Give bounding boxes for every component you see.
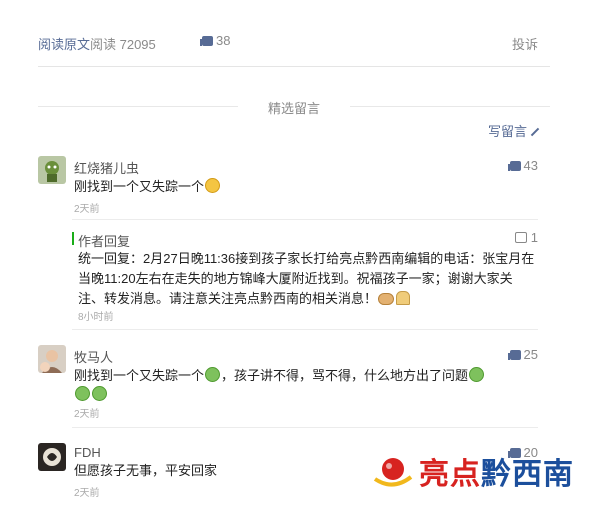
comment-item: 红烧猪儿虫 刚找到一个又失踪一个 2天前 43	[38, 156, 538, 216]
laugh-emoji-icon	[205, 178, 221, 193]
comment-text: 但愿孩子无事，平安回家	[74, 463, 218, 478]
reply-text: 统一回复：2月27日晚11:36接到孩子家长打给亮点黔西南编辑的电话：张宝月在当…	[78, 249, 538, 309]
reply-like-count: 1	[530, 230, 538, 245]
thumbs-up-icon	[200, 36, 213, 46]
brand-name-part: 亮点	[419, 458, 481, 491]
thumbs-up-icon	[507, 350, 521, 360]
write-comment-button[interactable]: 写留言	[488, 121, 540, 140]
comment-time: 2天前	[74, 204, 100, 215]
commenter-name[interactable]: FDH	[74, 445, 101, 460]
comment-item: 牧马人 刚找到一个又失踪一个 ，孩子讲不得，骂不得，什么地方出了问题 2天前 25	[38, 345, 538, 420]
reply-marker	[72, 232, 74, 245]
comment-like-button[interactable]: 43	[507, 158, 538, 173]
commenter-name[interactable]: 牧马人	[74, 347, 113, 366]
angry-emoji-icon	[469, 367, 485, 382]
section-header: 精选留言	[38, 98, 550, 116]
reply-text-body: 统一回复：2月27日晚11:36接到孩子家长打给亮点黔西南编辑的电话：张宝月在当…	[78, 251, 535, 306]
clap-emoji-icon	[396, 291, 411, 305]
article-footer-bar: 阅读原文 阅读 72095 38 投诉	[38, 30, 538, 54]
pencil-icon	[530, 127, 540, 137]
brand-name: 亮点黔西南	[419, 449, 574, 493]
brand-logo-icon	[373, 458, 413, 487]
comment-like-count: 25	[523, 347, 538, 362]
write-comment-label: 写留言	[487, 124, 527, 139]
divider-line	[350, 106, 550, 107]
comment-time: 2天前	[74, 409, 100, 420]
avatar[interactable]	[38, 443, 66, 471]
angry-emoji-icon	[205, 367, 221, 382]
avatar[interactable]	[38, 156, 66, 184]
divider	[72, 329, 538, 330]
divider-line	[38, 106, 238, 107]
thumbs-up-icon	[514, 232, 527, 243]
comment-emoji-line	[74, 385, 108, 405]
section-title: 精选留言	[267, 101, 321, 116]
comment-text-body: 刚找到一个又失踪一个	[74, 179, 205, 194]
avatar[interactable]	[38, 345, 66, 373]
reply-time: 8小时前	[78, 312, 114, 323]
bread-emoji-icon	[378, 293, 395, 305]
angry-emoji-icon	[75, 386, 90, 401]
angry-emoji-icon	[92, 386, 107, 401]
comment-time: 2天前	[74, 488, 100, 499]
divider	[38, 66, 550, 67]
report-link[interactable]: 投诉	[512, 34, 538, 53]
commenter-name[interactable]: 红烧猪儿虫	[74, 158, 139, 177]
brand-name-part: 黔西南	[481, 458, 574, 491]
comment-text: 刚找到一个又失踪一个	[74, 177, 221, 197]
read-count: 阅读 72095	[90, 37, 156, 52]
comment-text-part: ，孩子讲不得，骂不得，什么地方出了问题	[221, 368, 469, 383]
article-like-button[interactable]: 38	[200, 33, 231, 48]
reply-author-label: 作者回复	[78, 234, 131, 249]
reply-like-button[interactable]: 1	[514, 230, 538, 245]
author-reply: 作者回复 1 统一回复：2月27日晚11:36接到孩子家长打给亮点黔西南编辑的电…	[72, 219, 538, 323]
divider	[72, 427, 538, 428]
read-original-link[interactable]: 阅读原文	[38, 34, 90, 53]
thumbs-up-icon	[507, 161, 521, 171]
article-like-count: 38	[216, 33, 231, 48]
comment-like-count: 43	[523, 158, 538, 173]
brand-watermark: 亮点黔西南	[373, 447, 588, 493]
comment-like-button[interactable]: 25	[507, 347, 538, 362]
comment-text-part: 刚找到一个又失踪一个	[74, 368, 205, 383]
comment-text: 刚找到一个又失踪一个 ，孩子讲不得，骂不得，什么地方出了问题	[74, 366, 494, 386]
